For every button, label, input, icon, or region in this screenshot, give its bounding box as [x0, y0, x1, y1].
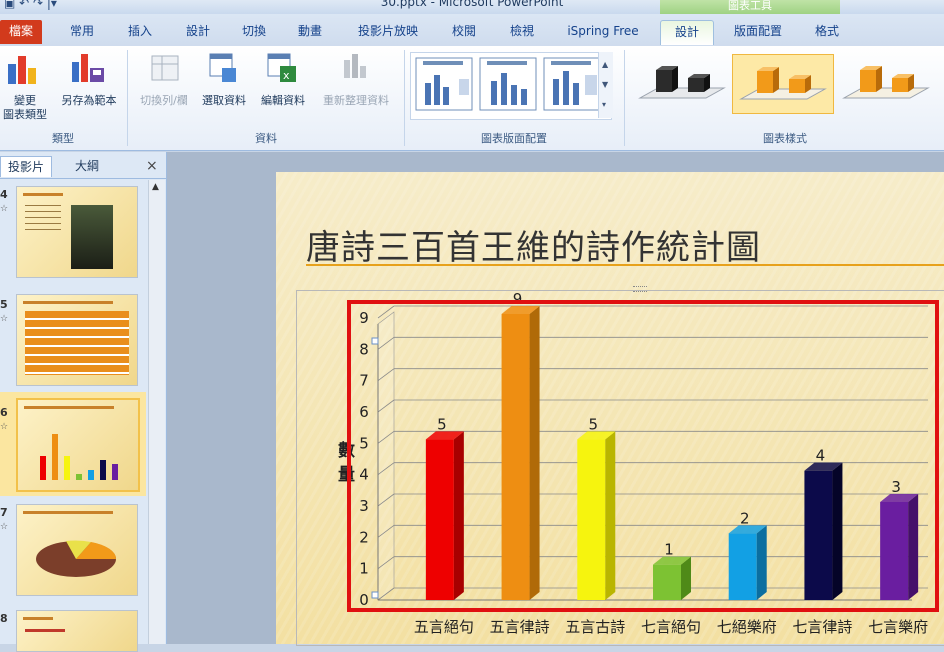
slide-number: 4: [0, 188, 8, 201]
tab-animations[interactable]: 動畫: [288, 20, 332, 44]
gallery-up-icon[interactable]: ▲: [602, 60, 608, 69]
thumb-painting-image: [71, 205, 113, 269]
ribbon: 變更 圖表類型 另存為範本 類型 切換列/欄 選取資料 x 編輯資料 重新整理資…: [0, 46, 944, 151]
star-icon: ☆: [0, 522, 9, 532]
tab-ispring[interactable]: iSpring Free: [558, 20, 648, 44]
select-data-button[interactable]: 選取資料: [196, 50, 252, 130]
slide-number: 7: [0, 506, 8, 519]
group-label-type: 類型: [52, 132, 74, 145]
star-icon: ☆: [0, 422, 9, 432]
thumb-text-lines: [25, 205, 61, 235]
slide-thumbnail-7[interactable]: [16, 504, 138, 596]
select-data-icon: [209, 53, 236, 82]
chart-style-option-2-selected[interactable]: [732, 54, 834, 114]
edit-data-button[interactable]: x 編輯資料: [254, 50, 312, 130]
refresh-data-icon: [344, 54, 366, 78]
switch-row-column-button[interactable]: 切換列/欄: [132, 50, 196, 130]
tab-file[interactable]: 檔案: [0, 20, 42, 44]
highlight-red-box: [347, 300, 939, 612]
chart-tools-context-header: 圖表工具: [660, 0, 840, 14]
chart-style-option-3[interactable]: [840, 58, 944, 110]
gallery-scroll[interactable]: ▲ ▼ ▾: [598, 52, 613, 118]
tab-slides[interactable]: 投影片: [0, 156, 52, 177]
thumb-text-line: [25, 629, 65, 632]
x-tick-label: 七言樂府: [868, 618, 928, 636]
divider: [0, 178, 166, 179]
star-icon: ☆: [0, 314, 9, 324]
thumb-title-line: [23, 511, 113, 514]
group-label-layouts: 圖表版面配置: [481, 132, 547, 145]
x-tick-label: 五言律詩: [490, 618, 550, 636]
slide-thumbnail-4[interactable]: [16, 186, 138, 278]
close-icon[interactable]: ×: [146, 158, 158, 174]
refresh-data-button[interactable]: 重新整理資料: [314, 50, 398, 130]
layout-option-3[interactable]: [543, 57, 603, 113]
group-separator: [404, 50, 405, 146]
slide-number: 5: [0, 298, 8, 311]
layout-option-1[interactable]: [415, 57, 475, 113]
title-underline: [306, 264, 944, 266]
slide-thumbnail-6[interactable]: [16, 398, 140, 492]
x-tick-label: 七言律詩: [792, 618, 852, 636]
x-tick-label: 五言絕句: [414, 618, 474, 636]
tab-chart-layout[interactable]: 版面配置: [722, 20, 794, 44]
thumb-table: [25, 311, 129, 375]
group-separator: [624, 50, 625, 146]
title-bar: ▣ ↶ ↷ |▾ 30.pptx - Microsoft PowerPoint …: [0, 0, 944, 14]
save-template-label: 另存為範本: [61, 94, 117, 107]
tab-review[interactable]: 校閱: [442, 20, 486, 44]
thumb-title-line: [24, 406, 114, 409]
change-chart-type-label: 變更 圖表類型: [3, 94, 47, 121]
star-icon: ☆: [0, 204, 9, 214]
refresh-data-label: 重新整理資料: [323, 94, 389, 107]
change-chart-type-button[interactable]: 變更 圖表類型: [2, 50, 54, 130]
slide-number: 6: [0, 406, 8, 419]
slide-number: 8: [0, 612, 8, 625]
group-label-data: 資料: [255, 132, 277, 145]
select-data-label: 選取資料: [202, 94, 246, 107]
edit-data-label: 編輯資料: [261, 94, 305, 107]
svg-text:x: x: [283, 69, 290, 82]
save-template-icon: [72, 54, 104, 82]
chart-type-icon: [8, 56, 36, 84]
x-tick-label: 七言絕句: [641, 618, 701, 636]
thumb-title-line: [23, 617, 53, 620]
x-tick-label: 五言古詩: [565, 618, 625, 636]
switch-row-column-label: 切換列/欄: [140, 94, 188, 107]
tab-chart-format[interactable]: 格式: [802, 20, 852, 44]
edit-data-icon: x: [267, 53, 296, 82]
slides-scrollbar[interactable]: ▲: [148, 180, 165, 644]
thumb-chart: [40, 434, 118, 480]
tab-insert[interactable]: 插入: [118, 20, 162, 44]
layout-option-2[interactable]: [479, 57, 539, 113]
thumb-pie-chart: [36, 540, 117, 577]
slides-panel: 投影片 大綱 × ▲ 4 ☆ 5 ☆ 6 ☆ 7 ☆ 8: [0, 152, 167, 652]
slide-title[interactable]: 唐詩三百首王維的詩作統計圖: [306, 220, 761, 269]
gallery-more-icon[interactable]: ▾: [602, 100, 606, 109]
chart-style-option-1[interactable]: [636, 58, 728, 110]
slide-thumbnail-8[interactable]: [16, 610, 138, 652]
chart-style-option-2-icon: [739, 67, 827, 100]
tab-slideshow[interactable]: 投影片放映: [348, 20, 428, 44]
slide-thumbnail-5[interactable]: [16, 294, 138, 386]
tab-home[interactable]: 常用: [60, 20, 104, 44]
tab-chart-design[interactable]: 設計: [660, 20, 714, 45]
gallery-down-icon[interactable]: ▼: [602, 80, 608, 89]
group-label-styles: 圖表樣式: [763, 132, 807, 145]
chart-layouts-gallery: [410, 52, 612, 120]
tab-outline[interactable]: 大綱: [58, 156, 116, 176]
thumb-title-line: [23, 301, 113, 304]
switch-row-column-icon: [151, 55, 179, 81]
scroll-up-icon[interactable]: ▲: [152, 182, 159, 192]
tab-design[interactable]: 設計: [176, 20, 220, 44]
ribbon-tabs: 檔案 常用 插入 設計 切換 動畫 投影片放映 校閱 檢視 iSpring Fr…: [0, 14, 944, 46]
save-as-template-button[interactable]: 另存為範本: [54, 50, 124, 130]
tab-transitions[interactable]: 切換: [232, 20, 276, 44]
tab-view[interactable]: 檢視: [500, 20, 544, 44]
x-tick-label: 七絕樂府: [717, 618, 777, 636]
thumb-title-line: [23, 193, 63, 196]
context-group-label: 圖表工具: [728, 0, 772, 12]
